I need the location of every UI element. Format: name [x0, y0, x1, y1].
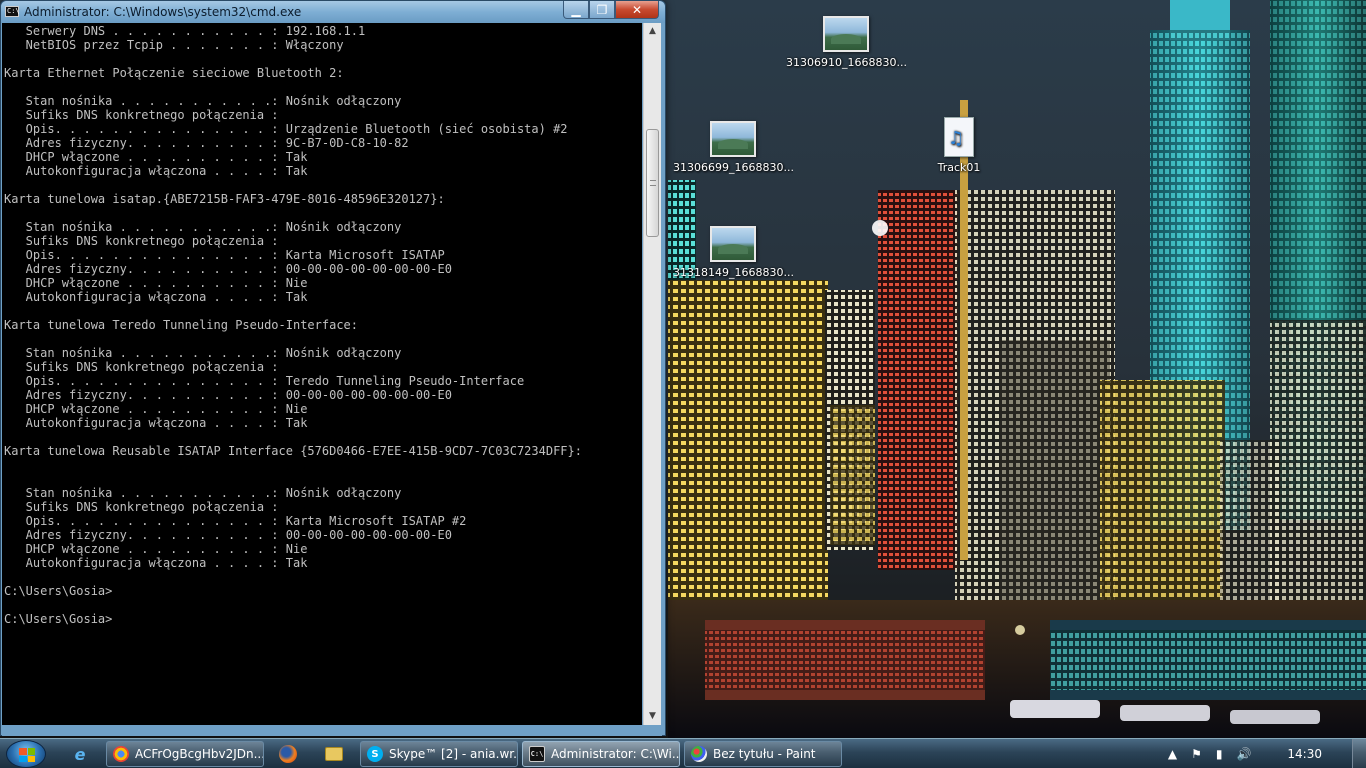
maximize-button[interactable]: ❐ [589, 1, 615, 19]
battery-icon[interactable]: ▮ [1216, 747, 1223, 761]
show-hidden-icons-icon[interactable]: ▲ [1168, 747, 1177, 761]
cmd-window[interactable]: C:\ Administrator: C:\Windows\system32\c… [0, 0, 666, 736]
firefox-icon[interactable] [268, 741, 308, 767]
taskbar-item-label: Administrator: C:\Wi... [551, 747, 680, 761]
desktop-icon-track01[interactable]: ♫ Track01 [899, 117, 1019, 174]
console-output[interactable]: Serwery DNS . . . . . . . . . . . : 192.… [2, 23, 642, 725]
skype-icon: S [367, 746, 383, 762]
scrollbar-thumb[interactable] [646, 129, 659, 237]
internet-explorer-icon[interactable]: e [60, 741, 100, 767]
show-desktop-button[interactable] [1352, 739, 1366, 768]
system-tray: ▲ ⚑ ▮ 🔊 14:30 [1168, 739, 1366, 768]
taskbar-clock[interactable]: 14:30 [1287, 747, 1322, 761]
minimize-button[interactable]: ▁ [563, 1, 589, 19]
image-file-icon [823, 16, 869, 52]
paint-icon [691, 746, 707, 762]
image-file-icon [710, 121, 756, 157]
taskbar-item-chrome[interactable]: ACFrOgBcgHbv2JDn... [106, 741, 264, 767]
desktop-icon-image-1[interactable]: 31306910_1668830... [786, 16, 906, 69]
window-controls: ▁ ❐ ✕ [563, 1, 659, 19]
explorer-folder-icon[interactable] [314, 741, 354, 767]
desktop-icon-image-3[interactable]: 31318149_1668830... [673, 226, 793, 279]
audio-file-icon: ♫ [944, 117, 974, 157]
scroll-up-arrow-icon[interactable]: ▲ [644, 23, 661, 40]
window-bottom-border [2, 725, 662, 736]
taskbar: e ACFrOgBcgHbv2JDn... S Skype™ [2] - ani… [0, 738, 1366, 768]
cmd-icon: C:\ [529, 746, 545, 762]
taskbar-item-paint[interactable]: Bez tytułu - Paint [684, 741, 842, 767]
start-button[interactable] [6, 740, 46, 768]
desktop-icon-label: Track01 [937, 161, 981, 174]
chrome-icon [113, 746, 129, 762]
desktop-icon-label: 31306910_1668830... [786, 56, 906, 69]
action-center-flag-icon[interactable]: ⚑ [1191, 747, 1202, 761]
taskbar-item-skype[interactable]: S Skype™ [2] - ania.wr... [360, 741, 518, 767]
taskbar-item-label: ACFrOgBcgHbv2JDn... [135, 747, 264, 761]
window-titlebar[interactable]: C:\ Administrator: C:\Windows\system32\c… [1, 1, 665, 23]
close-button[interactable]: ✕ [615, 1, 659, 19]
scroll-down-arrow-icon[interactable]: ▼ [644, 708, 661, 725]
desktop-icon-image-2[interactable]: 31306699_1668830... [673, 121, 793, 174]
image-file-icon [710, 226, 756, 262]
windows-logo-icon [19, 748, 35, 762]
desktop-icon-label: 31318149_1668830... [673, 266, 793, 279]
taskbar-item-label: Skype™ [2] - ania.wr... [389, 747, 518, 761]
cmd-icon: C:\ [5, 6, 20, 17]
vertical-scrollbar[interactable]: ▲ ▼ [643, 23, 661, 725]
taskbar-item-label: Bez tytułu - Paint [713, 747, 816, 761]
desktop-icon-label: 31306699_1668830... [673, 161, 793, 174]
taskbar-item-cmd[interactable]: C:\ Administrator: C:\Wi... [522, 741, 680, 767]
volume-icon[interactable]: 🔊 [1236, 747, 1251, 761]
window-title: Administrator: C:\Windows\system32\cmd.e… [24, 5, 302, 19]
console-text: Serwery DNS . . . . . . . . . . . : 192.… [4, 24, 582, 626]
